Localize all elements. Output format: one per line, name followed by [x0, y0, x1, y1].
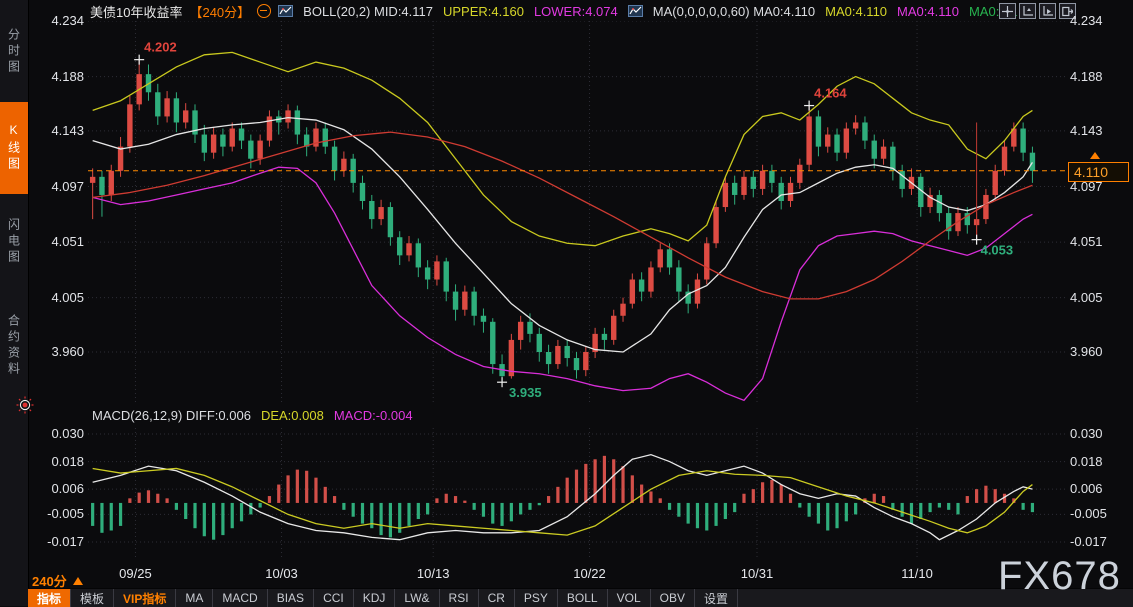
- toolbar-tab-10[interactable]: RSI: [440, 589, 479, 607]
- macd-tick-label: -0.017: [32, 534, 84, 549]
- candles-group: [90, 60, 1035, 383]
- macd-tick-label: 0.018: [32, 454, 84, 469]
- indicator-value: UPPER:4.160: [443, 4, 524, 19]
- macd-tick-label: 0.006: [32, 481, 84, 496]
- macd-header: MACD(26,12,9) DIFF:0.006 DEA:0.008 MACD:-0…: [92, 408, 413, 423]
- price-tick-label: 4.234: [1070, 13, 1122, 28]
- overlay-boll_lower: [93, 167, 1033, 400]
- price-tick-label: 4.188: [1070, 69, 1122, 84]
- zoom-vertical-icon[interactable]: [1019, 3, 1036, 19]
- sidebar-item-1[interactable]: 分时图: [0, 4, 28, 100]
- price-marker: 3.935: [497, 377, 542, 400]
- price-tick-label: 4.005: [1070, 290, 1122, 305]
- toolbar-tab-4[interactable]: MA: [176, 589, 213, 607]
- toolbar-tab-16[interactable]: 设置: [695, 589, 738, 607]
- price-tick-label: 3.960: [1070, 344, 1122, 359]
- toolbar-tab-2[interactable]: 模板: [71, 589, 114, 607]
- macd-tick-label: 0.006: [1070, 481, 1122, 496]
- price-tick-label: 4.051: [32, 234, 84, 249]
- sidebar: 分时图K线图闪电图合约资料: [0, 0, 29, 606]
- mini-chart-icon: [628, 5, 643, 17]
- svg-text:4.202: 4.202: [144, 40, 177, 55]
- macd-tick-label: -0.005: [32, 506, 84, 521]
- price-tick-label: 4.005: [32, 290, 84, 305]
- price-tick-label: 4.234: [32, 13, 84, 28]
- indicator-value: MA0:4.110: [825, 4, 887, 19]
- macd-tick-label: -0.017: [1070, 534, 1122, 549]
- toolbar-tab-12[interactable]: PSY: [515, 589, 558, 607]
- toolbar-tab-7[interactable]: CCI: [314, 589, 354, 607]
- period-badge: 【240分】: [189, 2, 250, 21]
- toolbar-tab-1[interactable]: 指标: [28, 589, 71, 607]
- main-grid: [88, 21, 1065, 405]
- toolbar-tab-15[interactable]: OBV: [651, 589, 695, 607]
- macd-histogram: [93, 456, 1033, 540]
- price-tick-label: 4.051: [1070, 234, 1122, 249]
- watermark: FX678: [998, 554, 1121, 599]
- sidebar-item-2[interactable]: K线图: [0, 102, 28, 194]
- toolbar-tab-5[interactable]: MACD: [213, 589, 267, 607]
- sidebar-item-4[interactable]: 合约资料: [0, 290, 28, 402]
- macd-tick-label: 0.030: [32, 426, 84, 441]
- indicator-value: LOWER:4.074: [534, 4, 618, 19]
- date-tick-label: 10/31: [727, 566, 787, 581]
- svg-text:3.935: 3.935: [509, 385, 542, 400]
- last-price-arrow: [1090, 152, 1100, 159]
- price-marker: 4.164: [804, 86, 847, 111]
- chart-toolbar-icons: [999, 3, 1076, 19]
- macd-chart[interactable]: [88, 428, 1065, 560]
- price-tick-label: 4.143: [32, 123, 84, 138]
- price-tick-label: 4.188: [32, 69, 84, 84]
- toolbar-tab-9[interactable]: LW&: [395, 589, 439, 607]
- indicator-values: BOLL(20,2) MID:4.117 UPPER:4.160 LOWER:4.0…: [278, 4, 1017, 19]
- svg-text:4.053: 4.053: [981, 243, 1014, 258]
- toolbar-tab-11[interactable]: CR: [479, 589, 515, 607]
- macd-indicator-value: MACD(26,12,9) DIFF:0.006: [92, 408, 251, 423]
- zoom-horizontal-icon[interactable]: [1039, 3, 1056, 19]
- macd-tick-label: -0.005: [1070, 506, 1122, 521]
- indicator-value: MA0:4.110: [897, 4, 959, 19]
- svg-text:4.164: 4.164: [814, 86, 847, 101]
- symbol-title: 美债10年收益率: [90, 2, 182, 21]
- macd-tick-label: 0.018: [1070, 454, 1122, 469]
- indicator-value: BOLL(20,2) MID:4.117: [303, 4, 433, 19]
- crosshair-icon[interactable]: [999, 3, 1016, 19]
- price-tick-label: 3.960: [32, 344, 84, 359]
- date-tick-label: 11/10: [887, 566, 947, 581]
- date-tick-label: 10/13: [403, 566, 463, 581]
- date-tick-label: 10/22: [560, 566, 620, 581]
- date-tick-label: 10/03: [252, 566, 312, 581]
- macd-indicator-value: DEA:0.008: [261, 408, 324, 423]
- indicator-toolbar: 指标模板VIP指标MAMACDBIASCCIKDJLW&RSICRPSYBOLL…: [28, 588, 1133, 607]
- chart-header: 美债10年收益率 【240分】 BOLL(20,2) MID:4.117 UPPE…: [90, 3, 1017, 19]
- price-tick-label: 4.143: [1070, 123, 1122, 138]
- last-price-value: 4.110: [1074, 164, 1108, 180]
- macd-tick-label: 0.030: [1070, 426, 1122, 441]
- toolbar-tab-6[interactable]: BIAS: [268, 589, 314, 607]
- main-candlestick-chart[interactable]: 4.202 4.164 4.053 3.935: [88, 21, 1065, 405]
- collapse-icon[interactable]: [257, 4, 271, 18]
- alarm-icon[interactable]: [16, 396, 34, 414]
- toolbar-tab-3[interactable]: VIP指标: [114, 589, 176, 607]
- toolbar-tab-13[interactable]: BOLL: [558, 589, 608, 607]
- indicator-value: MA(0,0,0,0,0,60) MA0:4.110: [653, 4, 815, 19]
- toolbar-tab-8[interactable]: KDJ: [354, 589, 396, 607]
- last-price-badge: 4.110: [1068, 162, 1129, 182]
- chevron-up-icon: [73, 577, 83, 585]
- mini-chart-icon: [278, 5, 293, 17]
- price-marker: 4.202: [134, 40, 177, 65]
- date-tick-label: 09/25: [105, 566, 165, 581]
- sidebar-item-3[interactable]: 闪电图: [0, 196, 28, 288]
- macd-indicator-value: MACD:-0.004: [334, 408, 413, 423]
- toolbar-tab-14[interactable]: VOL: [608, 589, 651, 607]
- price-tick-label: 4.097: [32, 179, 84, 194]
